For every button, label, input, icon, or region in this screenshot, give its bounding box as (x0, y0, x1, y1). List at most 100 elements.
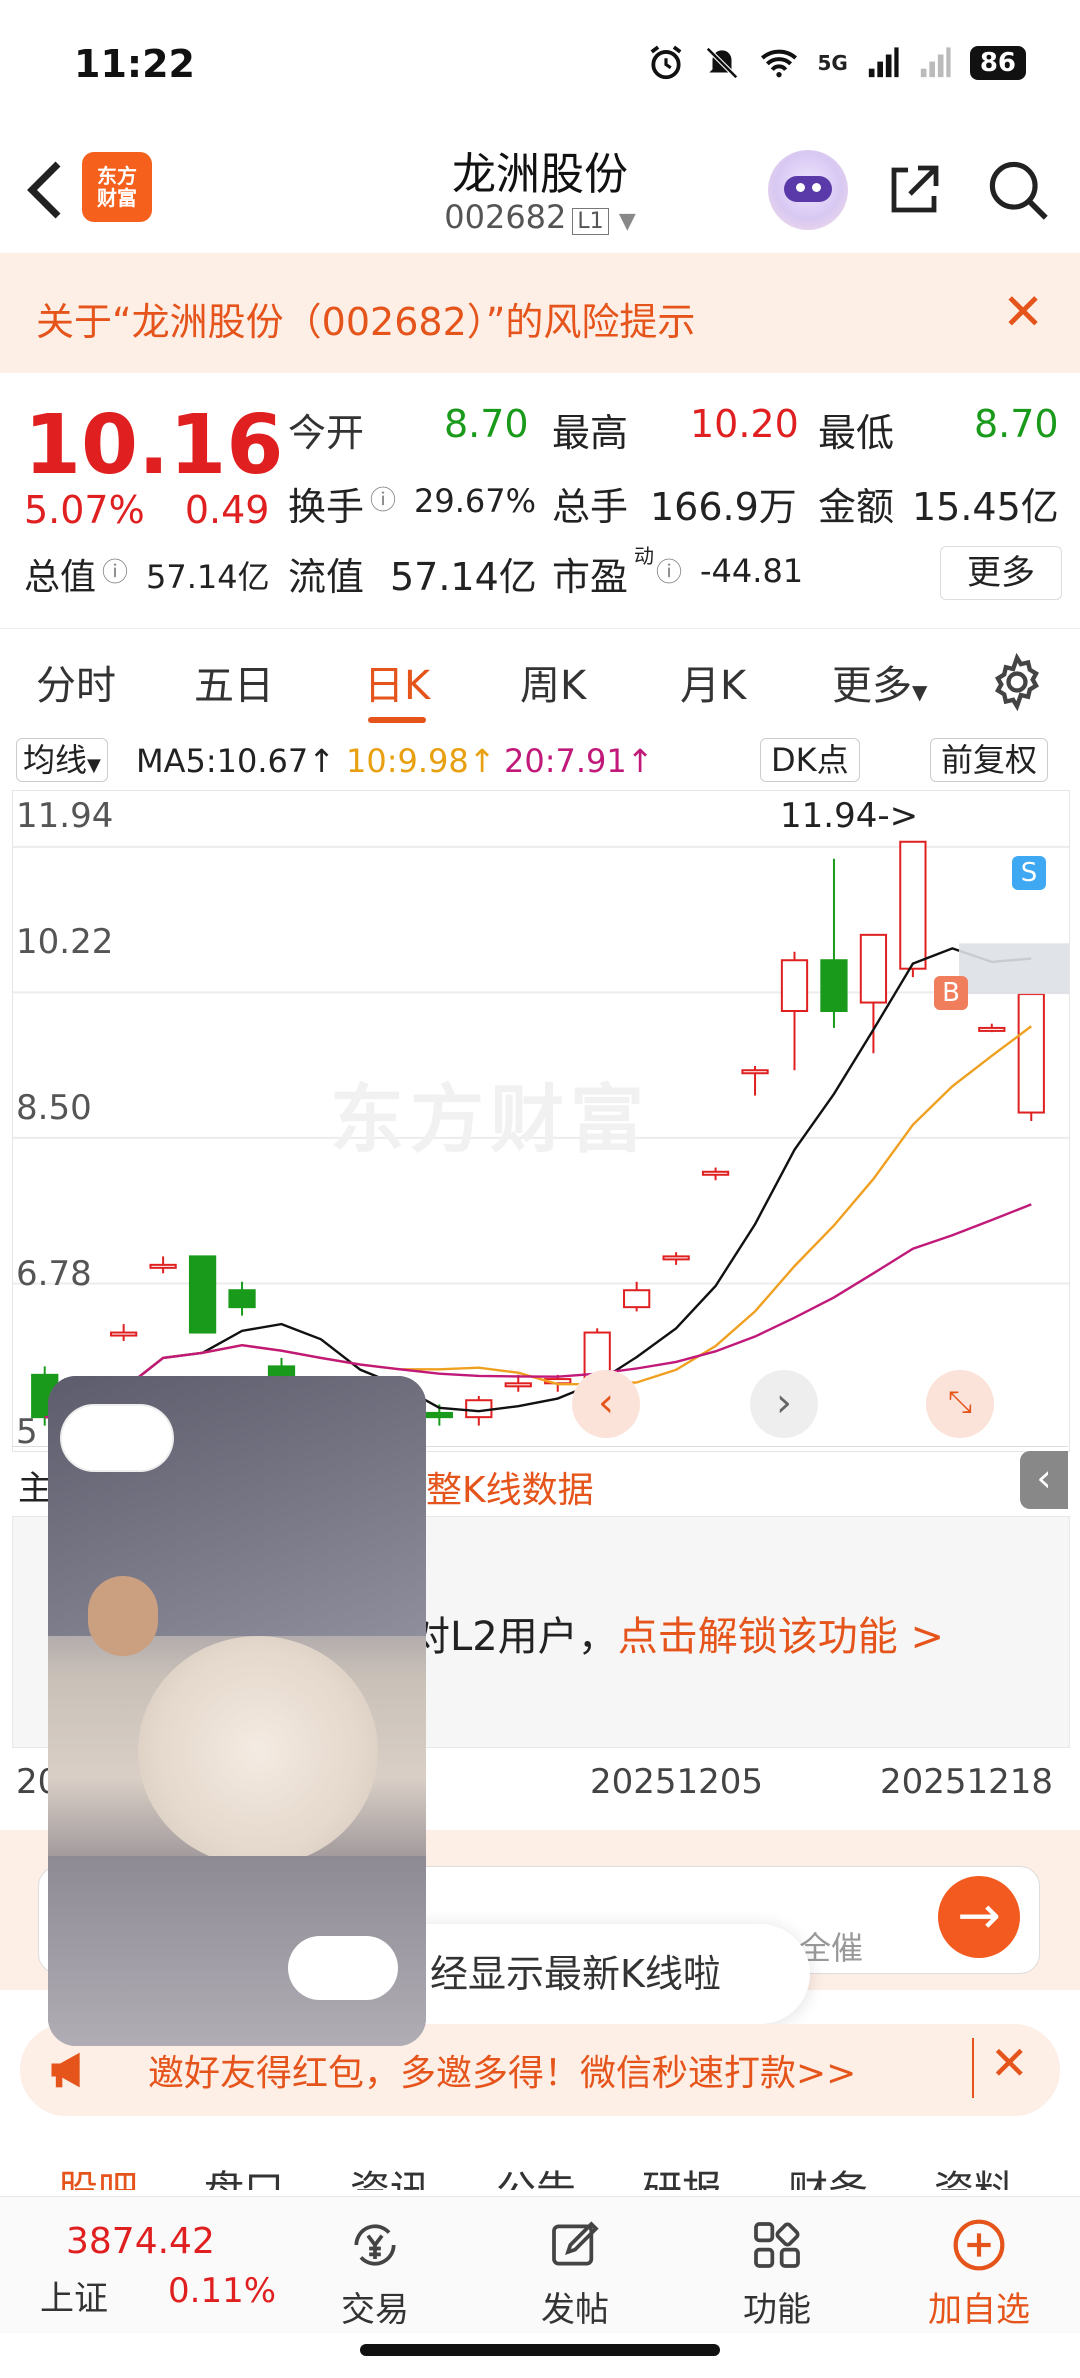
more-stats-button[interactable]: 更多 (940, 546, 1062, 600)
candle-body (820, 959, 848, 1013)
subchart-toggle-label[interactable]: 主 (18, 1461, 52, 1510)
tab-monthly-k[interactable]: 月K (680, 653, 746, 711)
candle-body (149, 1263, 177, 1269)
floating-video-window[interactable] (48, 1376, 426, 2046)
edit-icon (552, 2221, 599, 2266)
assistant-robot-icon[interactable] (768, 150, 848, 230)
stock-header: 东方 财富 龙洲股份 002682 L1 ▼ (0, 130, 1080, 250)
fullscreen-icon[interactable]: ⤡ (926, 1370, 994, 1438)
y-tick-label: 10.22 (16, 922, 114, 962)
tab-daily-k[interactable]: 日K (364, 653, 430, 711)
tab-five-day[interactable]: 五日 (194, 653, 274, 711)
search-icon[interactable] (986, 158, 1050, 222)
functions-button[interactable]: 功能 (712, 2217, 842, 2331)
tab-intraday[interactable]: 分时 (36, 653, 116, 711)
volume-value: 166.9万 (650, 485, 797, 529)
candle-body (623, 1289, 651, 1309)
ma10-text: 10:9.98 (346, 742, 469, 780)
active-tab-indicator (368, 717, 426, 723)
ma-selector[interactable]: 均线▼ (16, 738, 108, 782)
period-tabs: 分时 五日 日K 周K 月K 更多▼ (0, 628, 1080, 729)
gear-icon[interactable] (988, 653, 1046, 711)
l2-lock-message: 对L2用户，点击解锁该功能 > (410, 1604, 944, 1662)
buy-marker[interactable]: B (934, 976, 968, 1010)
risk-warning-text: 关于“龙洲股份（002682）”的风险提示 (36, 300, 696, 344)
info-icon[interactable]: ⓘ (102, 552, 128, 589)
network-label: 5G (817, 51, 848, 75)
pe-dynamic-label: 动 (634, 544, 654, 568)
add-watchlist-button[interactable]: 加自选 (914, 2217, 1044, 2331)
signal-2-icon (920, 47, 951, 78)
tab-weekly-k[interactable]: 周K (520, 653, 586, 711)
mktcap-label: 总值 (24, 557, 97, 598)
status-bar: 11:22 5G 86 (0, 0, 1080, 130)
trade-button[interactable]: 交易 (310, 2217, 440, 2331)
chart-prev-button[interactable]: ‹ (572, 1370, 640, 1438)
signal-icon (868, 47, 899, 78)
info-icon[interactable]: ⓘ (656, 552, 682, 589)
index-change: 0.11% (168, 2271, 277, 2311)
y-tick-label: 11.94 (16, 796, 114, 836)
candle-body (741, 1069, 769, 1075)
level-badge: L1 (572, 208, 609, 235)
tab-news[interactable]: 资讯 (350, 2158, 430, 2190)
close-icon[interactable]: ✕ (990, 2036, 1029, 2090)
collapse-panel-button[interactable]: ‹ (1020, 1451, 1068, 1509)
trade-band (959, 943, 1069, 995)
sell-marker[interactable]: S (1012, 856, 1046, 890)
caret-down-icon: ▼ (87, 755, 101, 776)
post-button[interactable]: 发帖 (510, 2217, 640, 2331)
person-face (88, 1576, 158, 1656)
float-value: 57.14亿 (390, 555, 537, 599)
promo-text: 邀好友得红包，多邀多得！微信秒速打款>> (148, 2053, 857, 2094)
index-value[interactable]: 3874.42 (66, 2221, 215, 2262)
caret-down-icon: ▼ (912, 680, 928, 704)
status-icons: 5G 86 (647, 44, 1026, 82)
tab-more-label: 更多 (832, 663, 912, 709)
candle-body (465, 1399, 493, 1419)
cloud-sticker-icon (62, 1406, 172, 1470)
float-label: 流值 (288, 555, 365, 599)
high-label: 最高 (552, 411, 629, 455)
full-kline-data-link[interactable]: 整K线数据 (426, 1461, 594, 1513)
close-icon[interactable]: ✕ (1002, 283, 1044, 341)
battery-indicator: 86 (969, 46, 1026, 80)
candle-body (1017, 993, 1045, 1114)
yuan-exchange-icon (354, 2224, 396, 2266)
tab-guba[interactable]: 股吧 (58, 2158, 138, 2190)
adjust-button[interactable]: 前复权 (930, 738, 1049, 782)
add-watchlist-label: 加自选 (928, 2290, 1030, 2330)
trade-label: 交易 (341, 2290, 409, 2330)
dk-point-button[interactable]: DK点 (760, 738, 860, 782)
risk-warning-banner[interactable]: 关于“龙洲股份（002682）”的风险提示 ✕ (0, 253, 1080, 373)
chevron-down-icon: ▼ (618, 209, 636, 234)
tab-financials[interactable]: 财务 (788, 2158, 868, 2190)
content-tabs: 股吧 盘口 资讯 公告 研报 财务 资料 (0, 2130, 1080, 2190)
megaphone-icon (51, 2052, 80, 2088)
y-tick-label: 6.78 (16, 1254, 92, 1294)
high-value: 10.20 (690, 402, 799, 446)
watermark: 东方财富 (330, 1077, 650, 1163)
tab-research[interactable]: 研报 (642, 2158, 722, 2190)
share-icon[interactable] (884, 160, 944, 220)
unlock-link[interactable]: 点击解锁该功能 > (618, 1614, 944, 1660)
turnover-value: 29.67% (414, 482, 537, 520)
home-indicator (360, 2344, 720, 2356)
tab-more[interactable]: 更多▼ (832, 653, 927, 711)
plus-circle-icon (953, 2219, 1005, 2271)
ma5-line (44, 947, 1032, 1419)
candle-body (701, 1170, 730, 1176)
info-icon[interactable]: ⓘ (370, 480, 396, 517)
ma10-value: 10:9.98↑ (346, 742, 496, 780)
chart-next-button[interactable]: › (750, 1370, 818, 1438)
tab-order-book[interactable]: 盘口 (204, 2158, 284, 2190)
tab-profile[interactable]: 资料 (934, 2158, 1014, 2190)
change-pct: 5.07% (24, 488, 145, 532)
amount-value: 15.45亿 (912, 485, 1059, 529)
tab-announcements[interactable]: 公告 (496, 2158, 576, 2190)
send-button[interactable]: → (938, 1876, 1020, 1958)
ma20-value: 20:7.91↑ (504, 742, 654, 780)
ma20-text: 20:7.91 (504, 742, 627, 780)
change-value: 0.49 (184, 488, 270, 532)
pe-label: 市盈 (552, 555, 629, 599)
